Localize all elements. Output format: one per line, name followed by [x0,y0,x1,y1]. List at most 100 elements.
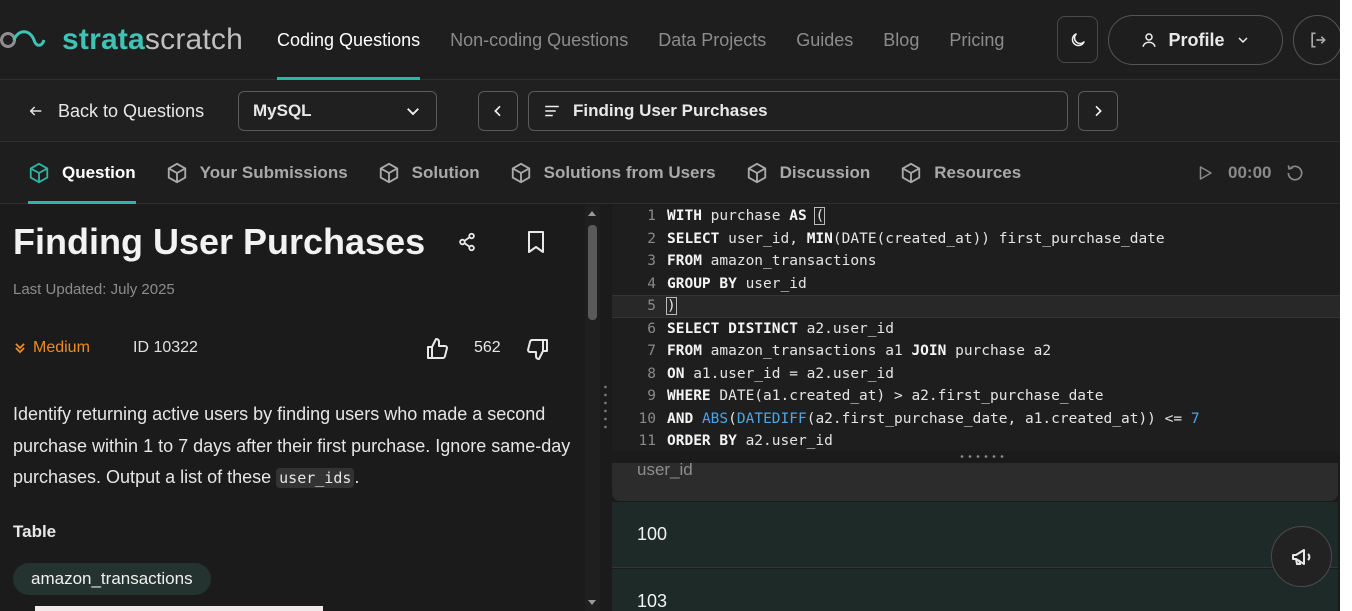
difficulty-label: Medium [33,339,90,356]
nav-blog[interactable]: Blog [868,0,934,80]
share-icon [459,232,475,252]
window-edge [1340,0,1352,611]
question-tabs: Question Your Submissions Solution Solut… [13,142,1036,204]
tab-solutions-from-users[interactable]: Solutions from Users [495,142,731,204]
nav-coding-questions[interactable]: Coding Questions [262,0,435,80]
logout-icon [1310,32,1326,48]
theme-toggle-button[interactable] [1057,16,1098,63]
code-line: 8 ON a1.user_id = a2.user_id [647,365,894,382]
question-select[interactable]: Finding User Purchases [528,91,1068,131]
double-chevron-down-icon [15,343,25,354]
likes-count: 562 [474,339,501,356]
question-title: Finding User Purchases [13,221,426,262]
arrow-left-icon [29,106,42,116]
list-icon [545,105,559,117]
vertical-splitter[interactable] [600,205,612,611]
cube-icon [747,162,766,184]
tab-question-label: Question [62,163,136,182]
tab-question[interactable]: Question [13,142,151,204]
logout-button[interactable] [1293,15,1342,65]
question-tabs-bar: Question Your Submissions Solution Solut… [0,142,1340,204]
previous-question-button[interactable] [478,91,518,131]
brand-name: stratascratch [62,23,244,56]
nav-data-projects[interactable]: Data Projects [643,0,781,80]
tab-your-submissions[interactable]: Your Submissions [151,142,363,204]
dislike-button[interactable] [526,337,550,361]
question-description: Identify returning active users by findi… [13,404,571,488]
code-line: 10 AND ABS(DATEDIFF(a2.first_purchase_dat… [638,410,1200,427]
thumbs-down-icon [527,339,548,360]
question-id: ID 10322 [133,339,198,356]
partial-image [35,606,323,611]
nav-guides[interactable]: Guides [781,0,868,80]
tab-discussion-label: Discussion [779,163,871,182]
cube-icon [902,162,921,184]
code-line: 7 FROM amazon_transactions a1 JOIN purcha… [647,343,1052,360]
bookmark-icon [528,231,544,253]
back-to-questions-button[interactable]: Back to Questions [28,96,204,126]
tab-discussion[interactable]: Discussion [731,142,886,204]
scroll-down-arrow[interactable] [588,600,596,605]
cube-icon [511,162,530,184]
chevron-left-icon [494,105,501,117]
language-value: MySQL [253,101,312,120]
table-heading: Table [13,522,57,541]
code-line: 6 SELECT DISTINCT a2.user_id [647,320,894,337]
code-line: 4 GROUP BY user_id [647,275,807,292]
code-line: 2 SELECT user_id, MIN(DATE(created_at)) f… [647,230,1165,247]
play-icon[interactable] [1196,164,1214,182]
question-toolbar: Back to Questions MySQL Finding User Pur… [0,80,1340,142]
tab-resources-label: Resources [934,163,1022,182]
results-table: user_id 100 103 [612,451,1340,611]
code-line: 3 FROM amazon_transactions [647,253,877,270]
nav-pricing[interactable]: Pricing [934,0,1019,80]
like-button[interactable] [425,337,449,361]
bookmark-button[interactable] [524,229,548,255]
last-updated: Last Updated: July 2025 [13,281,175,298]
timer-value: 00:00 [1228,163,1272,182]
code-line: 1 WITH purchase AS ( [647,207,826,226]
next-question-button[interactable] [1078,91,1118,131]
nav-non-coding-questions[interactable]: Non-coding Questions [435,0,643,80]
code-editor[interactable]: 1 WITH purchase AS ( 2 SELECT user_id, MIN… [612,205,1340,451]
language-select[interactable]: MySQL [238,91,437,131]
cube-icon [167,162,186,184]
difficulty-badge: Medium [13,339,90,357]
table-row: 103 [612,569,1338,611]
back-label: Back to Questions [58,100,205,121]
app-window: stratascratch Coding Questions Non-codin… [0,0,1352,611]
chevron-down-icon [1237,37,1248,44]
main-nav: Coding Questions Non-coding Questions Da… [262,0,1019,80]
reset-icon[interactable] [1285,163,1305,183]
megaphone-icon [1291,548,1310,565]
tab-solutions-from-users-label: Solutions from Users [543,163,716,182]
timer: 00:00 [1196,142,1305,204]
scrollbar-thumb[interactable] [588,225,597,320]
inline-code: user_ids [276,468,355,488]
feedback-button[interactable] [1271,526,1332,587]
tab-solution[interactable]: Solution [363,142,495,204]
chevron-right-icon [1095,105,1102,117]
thumbs-up-icon [427,338,448,359]
top-navigation: stratascratch Coding Questions Non-codin… [0,0,1342,80]
user-icon [1142,33,1157,47]
logo[interactable]: stratascratch [0,20,243,60]
cube-icon [379,162,398,184]
logo-icon [0,30,46,48]
code-line: 9 WHERE DATE(a1.created_at) > a2.first_pu… [647,388,1104,405]
table-row: 100 [612,502,1338,568]
moon-icon [1071,32,1085,46]
profile-button[interactable]: Profile [1108,15,1283,65]
code-line-active: 5) [612,295,1340,318]
question-panel: Finding User Purchases Last Updated: Jul… [0,205,585,611]
table-chip-amazon-transactions[interactable]: amazon_transactions [13,563,211,595]
editor-resize-handle[interactable] [612,451,1340,463]
tab-resources[interactable]: Resources [885,142,1036,204]
tab-your-submissions-label: Your Submissions [199,163,348,182]
cube-icon [29,162,49,184]
scroll-up-arrow[interactable] [588,211,596,216]
chevron-down-icon [407,108,419,116]
question-select-value: Finding User Purchases [573,101,768,120]
question-panel-scrollbar[interactable] [585,205,600,611]
share-button[interactable] [456,231,478,253]
